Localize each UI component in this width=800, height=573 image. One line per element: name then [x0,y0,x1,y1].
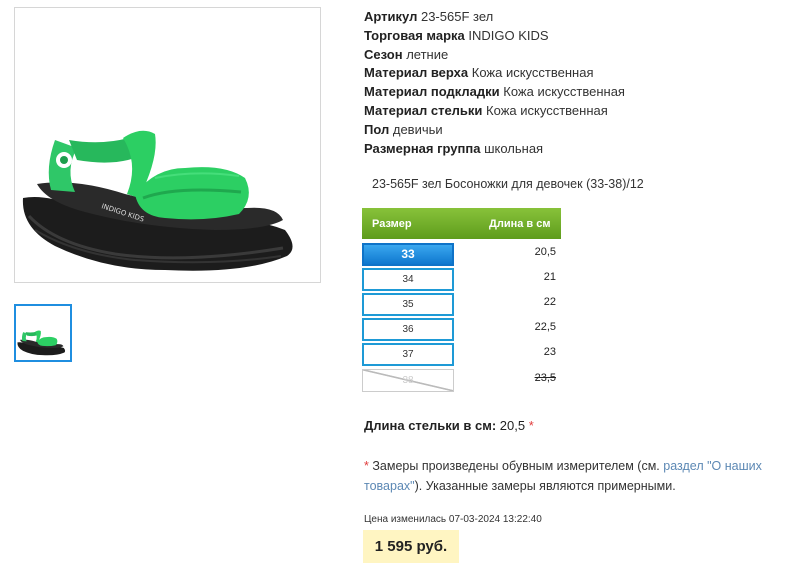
prop-upper-material: Материал верха Кожа искусственная [364,65,594,81]
size-row: 37 23 [362,343,562,366]
prop-brand: Торговая марка INDIGO KIDS [364,27,549,43]
size-option-38-unavailable: 38 [362,369,454,392]
prop-size-group: Размерная группа школьная [364,140,544,156]
size-length: 20,5 [534,246,556,258]
insole-length-label: Длина стельки в см: [364,418,497,433]
product-thumbnail[interactable] [14,304,72,362]
product-title: 23-565F зел Босоножки для девочек (33-38… [372,177,644,191]
prop-insole-material: Материал стельки Кожа искусственная [364,102,608,118]
footnote-mark: * [528,418,534,433]
size-option-34[interactable]: 34 [362,268,454,291]
measurement-note: * Замеры произведены обувным измерителем… [364,457,784,496]
prop-article: Артикул 23-565F зел [364,9,494,24]
size-length: 21 [543,271,556,283]
size-length: 23,5 [534,372,556,384]
size-option-36[interactable]: 36 [362,318,454,341]
note-text-before: Замеры произведены обувным измерителем (… [372,459,660,473]
sandal-illustration: INDIGO KIDS [22,130,293,271]
size-length: 22,5 [534,321,556,333]
size-column-header: Размер [372,218,412,230]
note-star: * [364,459,369,473]
price-badge: 1 595 руб. [363,530,459,563]
length-column-header: Длина в см [489,218,551,230]
insole-length: Длина стельки в см: 20,5 * [364,418,534,433]
size-length: 22 [543,296,556,308]
size-row: 34 21 [362,268,562,291]
prop-season: Сезон летние [364,46,449,62]
size-length: 23 [543,346,556,358]
size-table-header: Размер Длина в см [362,208,561,239]
size-row: 33 20,5 [362,243,562,266]
size-option-33[interactable]: 33 [362,243,454,266]
size-row: 38 23,5 [362,369,562,392]
size-option-37[interactable]: 37 [362,343,454,366]
note-text-after: ). Указанные замеры являются примерными. [414,478,676,493]
insole-length-value: 20,5 [499,418,526,433]
price-changed-date: Цена изменилась 07-03-2024 13:22:40 [364,514,542,525]
product-properties: Артикул 23-565F зел Торговая марка INDIG… [364,8,625,158]
size-row: 36 22,5 [362,318,562,341]
size-row: 35 22 [362,293,562,316]
sandal-thumbnail-icon [17,330,66,356]
prop-gender: Пол девичьи [364,121,443,137]
size-option-35[interactable]: 35 [362,293,454,316]
prop-lining-material: Материал подкладки Кожа искусственная [364,84,625,100]
product-main-image[interactable]: INDIGO KIDS [14,7,321,283]
